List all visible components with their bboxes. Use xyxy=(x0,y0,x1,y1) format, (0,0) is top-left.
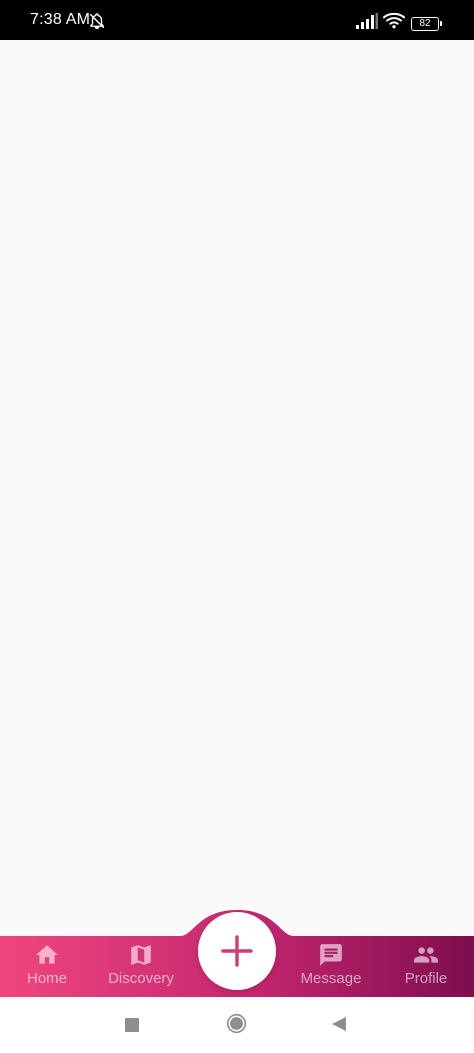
signal-icon xyxy=(356,13,378,29)
back-triangle-icon[interactable] xyxy=(330,1015,348,1033)
nav-label-home: Home xyxy=(26,970,67,987)
recents-square-icon[interactable] xyxy=(125,1018,139,1032)
nav-item-profile[interactable]: Profile xyxy=(379,936,473,994)
nav-label-profile: Profile xyxy=(404,970,448,987)
bell-off-icon xyxy=(89,13,105,30)
nav-item-home[interactable]: Home xyxy=(0,936,94,994)
nav-label-message: Message xyxy=(300,970,362,987)
message-icon xyxy=(320,944,342,966)
home-icon xyxy=(36,945,58,964)
main-content xyxy=(0,40,474,935)
nav-label-discovery: Discovery xyxy=(108,970,174,987)
status-time: 7:38 AM xyxy=(30,11,91,28)
home-circle-icon[interactable] xyxy=(226,1013,247,1034)
nav-item-discovery[interactable]: Discovery xyxy=(94,936,188,994)
battery-icon: 82 xyxy=(411,17,442,31)
map-icon xyxy=(131,945,151,965)
status-bar: 7:38 AM 82 xyxy=(0,0,474,40)
plus-icon xyxy=(221,935,253,967)
nav-item-message[interactable]: Message xyxy=(284,936,378,994)
wifi-icon xyxy=(383,12,405,29)
add-button[interactable] xyxy=(198,912,276,990)
people-icon xyxy=(414,947,438,963)
